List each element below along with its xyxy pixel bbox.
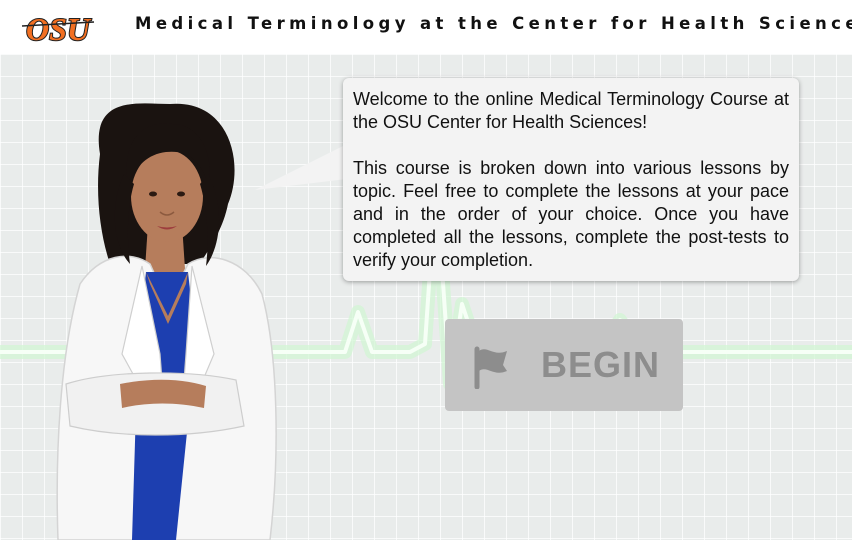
course-description-paragraph: This course is broken down into various …	[353, 158, 789, 270]
welcome-message: Welcome to the online Medical Terminolog…	[353, 88, 789, 295]
page-title: Medical Terminology at the Center for He…	[135, 14, 852, 33]
begin-button[interactable]: BEGIN	[445, 319, 683, 411]
speech-bubble: Welcome to the online Medical Terminolog…	[343, 78, 799, 281]
header-bar: OSU Medical Terminology at the Center fo…	[0, 0, 852, 54]
begin-button-label: BEGIN	[541, 344, 661, 385]
welcome-paragraph: Welcome to the online Medical Terminolog…	[353, 89, 789, 132]
svg-text:OSU: OSU	[26, 11, 92, 47]
flag-icon	[474, 346, 507, 389]
doctor-figure	[56, 103, 277, 540]
content-stage: Welcome to the online Medical Terminolog…	[0, 54, 852, 540]
speech-bubble-tail	[255, 140, 355, 190]
osu-logo: OSU	[12, 6, 104, 50]
